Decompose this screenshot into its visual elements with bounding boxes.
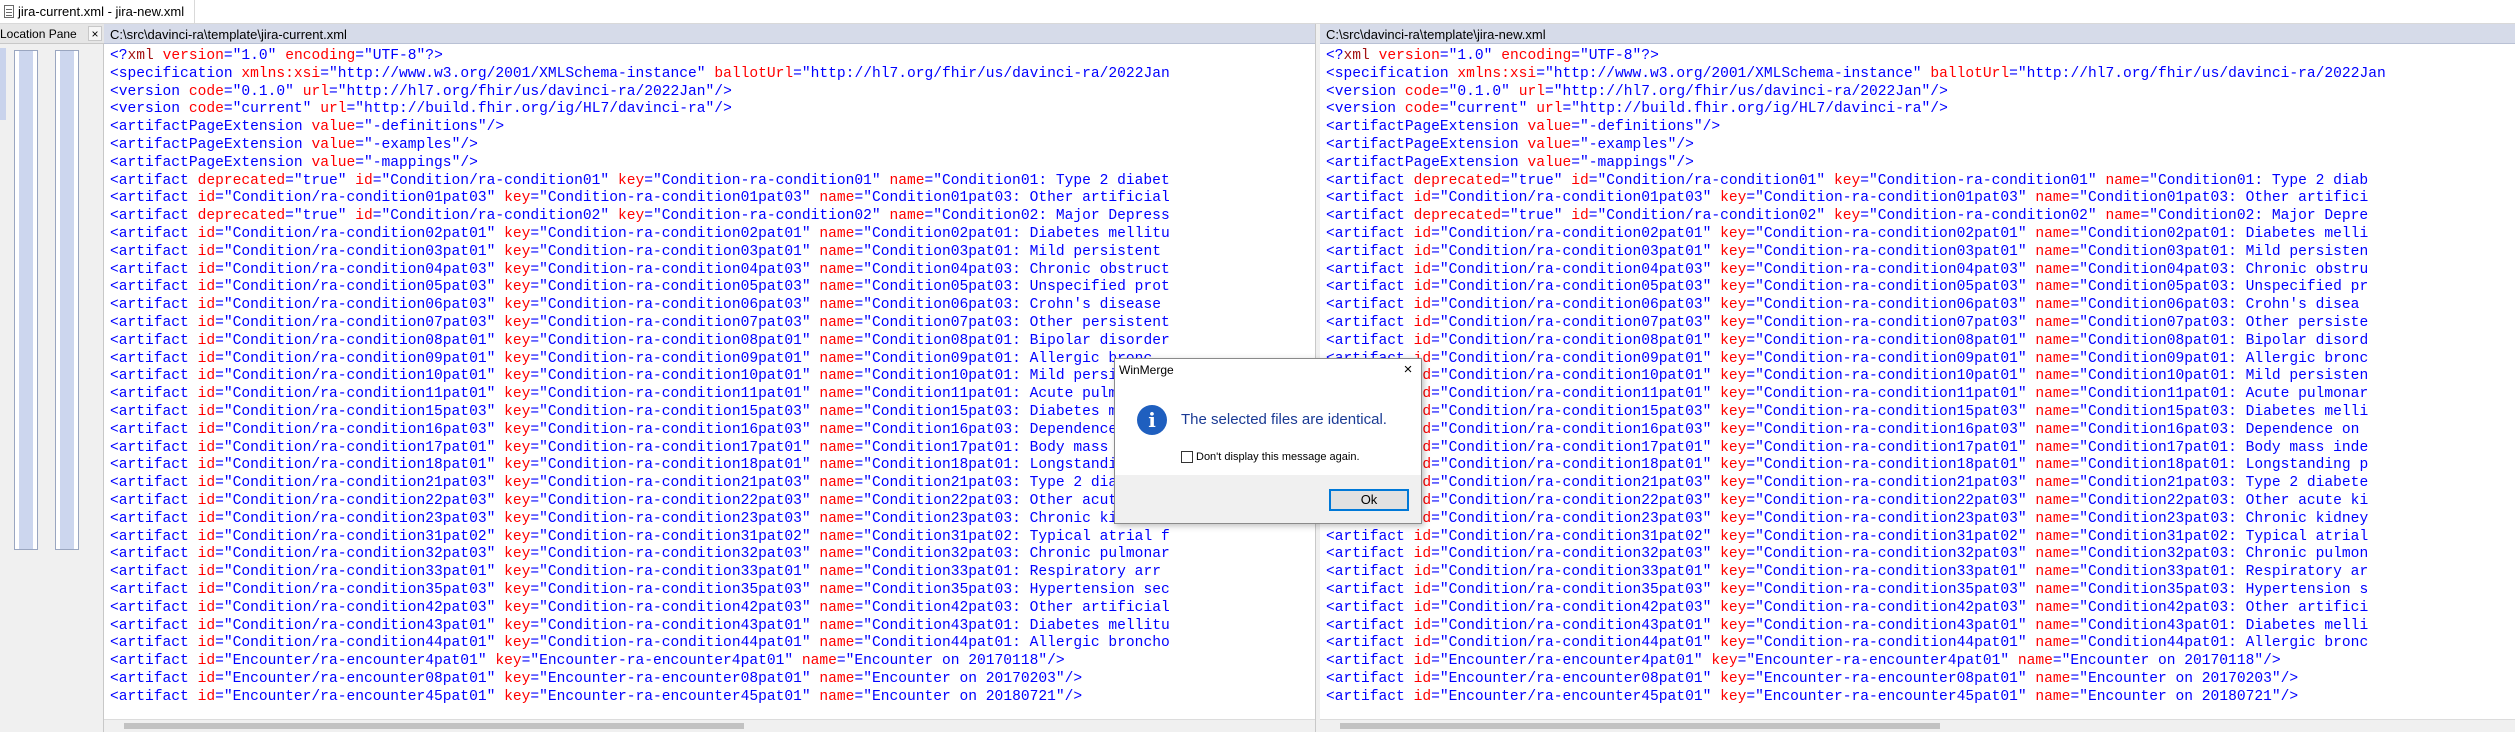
code-line[interactable]: <artifact id="Encounter/ra-encounter45pa… bbox=[110, 689, 1315, 707]
code-line[interactable]: <artifact id="Condition/ra-condition21pa… bbox=[1326, 475, 2515, 493]
code-line[interactable]: <artifact id="Encounter/ra-encounter08pa… bbox=[110, 671, 1315, 689]
location-pane: Location Pane × bbox=[0, 24, 104, 732]
code-line[interactable]: <?xml version="1.0" encoding="UTF-8"?> bbox=[1326, 48, 2515, 66]
tab-compare[interactable]: jira-current.xml - jira-new.xml bbox=[0, 0, 196, 23]
close-icon[interactable]: × bbox=[88, 26, 102, 41]
code-line[interactable]: <version code="current" url="http://buil… bbox=[110, 101, 1315, 119]
dialog-body: i The selected files are identical. Don'… bbox=[1115, 383, 1421, 475]
left-horizontal-scrollbar[interactable] bbox=[104, 719, 1315, 732]
tab-label: jira-current.xml - jira-new.xml bbox=[18, 4, 185, 19]
info-icon: i bbox=[1137, 405, 1167, 435]
location-view-marker[interactable] bbox=[0, 48, 6, 120]
right-horizontal-scrollbar[interactable] bbox=[1320, 719, 2515, 732]
code-line[interactable]: <artifact id="Condition/ra-condition35pa… bbox=[110, 582, 1315, 600]
code-line[interactable]: <artifact id="Condition/ra-condition23pa… bbox=[1326, 511, 2515, 529]
close-icon[interactable]: × bbox=[1399, 361, 1417, 379]
code-line[interactable]: <?xml version="1.0" encoding="UTF-8"?> bbox=[110, 48, 1315, 66]
code-line[interactable]: <specification xmlns:xsi="http://www.w3.… bbox=[1326, 66, 2515, 84]
dont-display-again-checkbox[interactable] bbox=[1181, 451, 1193, 463]
code-line[interactable]: <artifact id="Condition/ra-condition03pa… bbox=[110, 244, 1315, 262]
code-line[interactable]: <artifactPageExtension value="-definitio… bbox=[1326, 119, 2515, 137]
location-bar-right-fill bbox=[60, 51, 74, 549]
dialog-footer: Ok bbox=[1115, 475, 1421, 523]
code-line[interactable]: <artifact id="Condition/ra-condition44pa… bbox=[1326, 635, 2515, 653]
right-code-view[interactable]: <?xml version="1.0" encoding="UTF-8"?> <s… bbox=[1326, 48, 2515, 706]
code-line[interactable]: <artifact deprecated="true" id="Conditio… bbox=[1326, 173, 2515, 191]
tab-bar: jira-current.xml - jira-new.xml bbox=[0, 0, 2515, 24]
code-line[interactable]: <artifact id="Condition/ra-condition32pa… bbox=[110, 546, 1315, 564]
message-dialog: WinMerge × i The selected files are iden… bbox=[1114, 358, 1422, 524]
code-line[interactable]: <artifact deprecated="true" id="Conditio… bbox=[1326, 208, 2515, 226]
ok-button[interactable]: Ok bbox=[1329, 489, 1409, 511]
code-line[interactable]: <artifact id="Condition/ra-condition17pa… bbox=[1326, 440, 2515, 458]
left-scroll-thumb[interactable] bbox=[124, 723, 744, 729]
code-line[interactable]: <artifact id="Condition/ra-condition31pa… bbox=[1326, 529, 2515, 547]
location-bar-left[interactable] bbox=[14, 50, 38, 550]
dialog-titlebar: WinMerge × bbox=[1115, 359, 1421, 383]
code-line[interactable]: <artifact id="Encounter/ra-encounter4pat… bbox=[1326, 653, 2515, 671]
code-line[interactable]: <artifact id="Encounter/ra-encounter4pat… bbox=[110, 653, 1315, 671]
code-line[interactable]: <artifact id="Condition/ra-condition07pa… bbox=[1326, 315, 2515, 333]
code-line[interactable]: <artifactPageExtension value="-mappings"… bbox=[1326, 155, 2515, 173]
code-line[interactable]: <artifact id="Condition/ra-condition10pa… bbox=[1326, 368, 2515, 386]
right-file-path: C:\src\davinci-ra\template\jira-new.xml bbox=[1326, 27, 1546, 42]
code-line[interactable]: <artifact id="Condition/ra-condition42pa… bbox=[110, 600, 1315, 618]
code-line[interactable]: <artifact id="Condition/ra-condition08pa… bbox=[1326, 333, 2515, 351]
dont-display-again-row[interactable]: Don't display this message again. bbox=[1181, 451, 1360, 463]
code-line[interactable]: <version code="0.1.0" url="http://hl7.or… bbox=[1326, 84, 2515, 102]
code-line[interactable]: <artifact id="Condition/ra-condition31pa… bbox=[110, 529, 1315, 547]
code-line[interactable]: <artifact id="Condition/ra-condition42pa… bbox=[1326, 600, 2515, 618]
code-line[interactable]: <artifact id="Condition/ra-condition15pa… bbox=[1326, 404, 2515, 422]
dialog-title: WinMerge bbox=[1119, 363, 1174, 377]
code-line[interactable]: <artifact id="Condition/ra-condition07pa… bbox=[110, 315, 1315, 333]
code-line[interactable]: <artifact id="Condition/ra-condition22pa… bbox=[1326, 493, 2515, 511]
document-icon bbox=[4, 5, 14, 18]
code-line[interactable]: <artifact deprecated="true" id="Conditio… bbox=[110, 173, 1315, 191]
code-line[interactable]: <artifact id="Condition/ra-condition04pa… bbox=[110, 262, 1315, 280]
code-line[interactable]: <artifactPageExtension value="-examples"… bbox=[1326, 137, 2515, 155]
dialog-message: The selected files are identical. bbox=[1181, 411, 1387, 428]
location-bar-right[interactable] bbox=[55, 50, 79, 550]
left-file-path: C:\src\davinci-ra\template\jira-current.… bbox=[110, 27, 347, 42]
code-line[interactable]: <artifact id="Condition/ra-condition33pa… bbox=[110, 564, 1315, 582]
code-line[interactable]: <artifactPageExtension value="-definitio… bbox=[110, 119, 1315, 137]
right-scroll-thumb[interactable] bbox=[1340, 723, 1940, 729]
code-line[interactable]: <artifact id="Condition/ra-condition18pa… bbox=[1326, 457, 2515, 475]
code-line[interactable]: <artifact id="Condition/ra-condition06pa… bbox=[1326, 297, 2515, 315]
code-line[interactable]: <artifact deprecated="true" id="Conditio… bbox=[110, 208, 1315, 226]
code-line[interactable]: <version code="current" url="http://buil… bbox=[1326, 101, 2515, 119]
code-line[interactable]: <artifact id="Condition/ra-condition06pa… bbox=[110, 297, 1315, 315]
code-line[interactable]: <artifact id="Condition/ra-condition04pa… bbox=[1326, 262, 2515, 280]
code-line[interactable]: <artifactPageExtension value="-mappings"… bbox=[110, 155, 1315, 173]
code-line[interactable]: <artifact id="Condition/ra-condition35pa… bbox=[1326, 582, 2515, 600]
code-line[interactable]: <artifactPageExtension value="-examples"… bbox=[110, 137, 1315, 155]
code-line[interactable]: <artifact id="Encounter/ra-encounter45pa… bbox=[1326, 689, 2515, 707]
code-line[interactable]: <artifact id="Condition/ra-condition44pa… bbox=[110, 635, 1315, 653]
code-line[interactable]: <version code="0.1.0" url="http://hl7.or… bbox=[110, 84, 1315, 102]
location-bar-left-fill bbox=[19, 51, 33, 549]
code-line[interactable]: <artifact id="Condition/ra-condition03pa… bbox=[1326, 244, 2515, 262]
code-line[interactable]: <artifact id="Condition/ra-condition09pa… bbox=[1326, 351, 2515, 369]
code-line[interactable]: <artifact id="Condition/ra-condition01pa… bbox=[110, 190, 1315, 208]
code-line[interactable]: <artifact id="Condition/ra-condition43pa… bbox=[1326, 618, 2515, 636]
location-pane-title: Location Pane bbox=[0, 27, 77, 41]
code-line[interactable]: <artifact id="Condition/ra-condition05pa… bbox=[1326, 279, 2515, 297]
code-line[interactable]: <artifact id="Condition/ra-condition33pa… bbox=[1326, 564, 2515, 582]
code-line[interactable]: <artifact id="Condition/ra-condition16pa… bbox=[1326, 422, 2515, 440]
code-line[interactable]: <artifact id="Condition/ra-condition02pa… bbox=[110, 226, 1315, 244]
right-pane-header: C:\src\davinci-ra\template\jira-new.xml bbox=[1320, 24, 2515, 44]
left-pane-header: C:\src\davinci-ra\template\jira-current.… bbox=[104, 24, 1315, 44]
code-line[interactable]: <artifact id="Condition/ra-condition01pa… bbox=[1326, 190, 2515, 208]
location-pane-header: Location Pane × bbox=[0, 24, 104, 44]
code-line[interactable]: <artifact id="Condition/ra-condition05pa… bbox=[110, 279, 1315, 297]
dont-display-again-label[interactable]: Don't display this message again. bbox=[1196, 451, 1360, 463]
code-line[interactable]: <artifact id="Condition/ra-condition02pa… bbox=[1326, 226, 2515, 244]
code-line[interactable]: <artifact id="Encounter/ra-encounter08pa… bbox=[1326, 671, 2515, 689]
code-line[interactable]: <artifact id="Condition/ra-condition08pa… bbox=[110, 333, 1315, 351]
code-line[interactable]: <artifact id="Condition/ra-condition11pa… bbox=[1326, 386, 2515, 404]
right-file-pane[interactable]: C:\src\davinci-ra\template\jira-new.xml … bbox=[1320, 24, 2515, 732]
code-line[interactable]: <artifact id="Condition/ra-condition43pa… bbox=[110, 618, 1315, 636]
code-line[interactable]: <specification xmlns:xsi="http://www.w3.… bbox=[110, 66, 1315, 84]
code-line[interactable]: <artifact id="Condition/ra-condition32pa… bbox=[1326, 546, 2515, 564]
